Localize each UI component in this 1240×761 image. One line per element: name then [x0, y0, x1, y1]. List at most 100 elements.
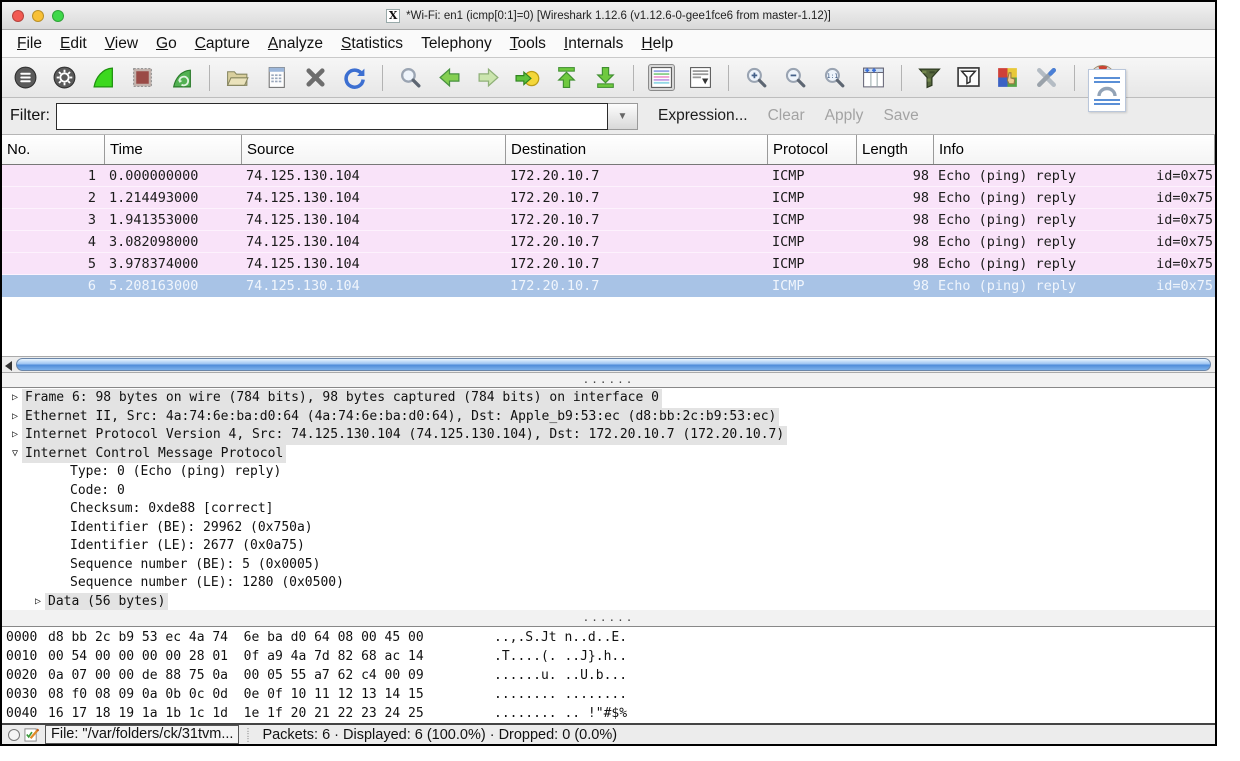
hex-line[interactable]: 00200a 07 00 00 de 88 75 0a 00 05 55 a7 …: [2, 666, 1215, 685]
column-header[interactable]: Time: [105, 135, 242, 164]
capture-filters-icon[interactable]: [916, 64, 943, 91]
expression-button[interactable]: Expression...: [658, 107, 748, 125]
detail-line[interactable]: Type: 0 (Echo (ping) reply): [2, 463, 1215, 482]
restart-capture-icon[interactable]: [168, 64, 195, 91]
packet-row[interactable]: 5 3.978374000 74.125.130.104 172.20.10.7…: [2, 253, 1215, 275]
start-capture-icon[interactable]: [90, 64, 117, 91]
menu-item[interactable]: Internals: [555, 33, 632, 55]
packet-row[interactable]: 1 0.000000000 74.125.130.104 172.20.10.7…: [2, 165, 1215, 187]
filter-dropdown-button[interactable]: ▼: [608, 103, 638, 130]
zoom-out-icon[interactable]: [782, 64, 809, 91]
clear-button[interactable]: Clear: [768, 107, 805, 125]
zoom-in-icon[interactable]: [743, 64, 770, 91]
menu-item[interactable]: Telephony: [412, 33, 501, 55]
detail-line[interactable]: Code: 0: [2, 482, 1215, 501]
detail-line[interactable]: ▷Data (56 bytes): [2, 593, 1215, 611]
go-to-packet-icon[interactable]: [514, 64, 541, 91]
detail-line[interactable]: ▷Internet Protocol Version 4, Src: 74.12…: [2, 426, 1215, 445]
menu-item[interactable]: Help: [632, 33, 682, 55]
colorize-packets-icon[interactable]: [648, 64, 675, 91]
stop-capture-icon[interactable]: [129, 64, 156, 91]
column-header[interactable]: No.: [2, 135, 105, 164]
go-forward-icon[interactable]: [475, 64, 502, 91]
minimize-window-button[interactable]: [32, 10, 44, 22]
horizontal-scrollbar[interactable]: [2, 356, 1215, 373]
display-filters-icon[interactable]: [955, 64, 982, 91]
menu-item[interactable]: Tools: [501, 33, 555, 55]
scrollbar-thumb[interactable]: [16, 358, 1211, 371]
hex-line[interactable]: 001000 54 00 00 00 00 28 01 0f a9 4a 7d …: [2, 647, 1215, 666]
scroll-left-arrow-icon[interactable]: [5, 361, 12, 371]
resize-columns-icon[interactable]: [860, 64, 887, 91]
toolbar-separator: [633, 65, 634, 91]
expand-arrow-icon[interactable]: ▽: [8, 445, 22, 464]
go-back-icon[interactable]: [436, 64, 463, 91]
expand-arrow-icon[interactable]: [53, 574, 67, 593]
expand-arrow-icon[interactable]: [53, 482, 67, 501]
column-header[interactable]: Length: [857, 135, 934, 164]
pane-splitter[interactable]: ......: [2, 610, 1215, 626]
expand-arrow-icon[interactable]: ▷: [8, 389, 22, 408]
detail-line[interactable]: Sequence number (BE): 5 (0x0005): [2, 556, 1215, 575]
menu-item[interactable]: File: [8, 33, 51, 55]
hex-line[interactable]: 003008 f0 08 09 0a 0b 0c 0d 0e 0f 10 11 …: [2, 685, 1215, 704]
menu-item[interactable]: Go: [147, 33, 186, 55]
save-button[interactable]: Save: [883, 107, 918, 125]
menu-item[interactable]: Analyze: [259, 33, 332, 55]
expand-arrow-icon[interactable]: [53, 537, 67, 556]
hex-line[interactable]: 004016 17 18 19 1a 1b 1c 1d 1e 1f 20 21 …: [2, 704, 1215, 723]
list-interfaces-icon[interactable]: [12, 64, 39, 91]
menu-item[interactable]: Capture: [186, 33, 259, 55]
column-header[interactable]: Destination: [506, 135, 768, 164]
auto-scroll-icon[interactable]: [687, 64, 714, 91]
expand-arrow-icon[interactable]: [53, 519, 67, 538]
expand-arrow-icon[interactable]: ▷: [31, 593, 45, 611]
capture-comment-icon[interactable]: [24, 727, 39, 742]
menu-bar: File Edit View Go Capture Analyze Statis…: [2, 30, 1215, 58]
detail-line[interactable]: ▷Frame 6: 98 bytes on wire (784 bits), 9…: [2, 389, 1215, 408]
detail-line[interactable]: Checksum: 0xde88 [correct]: [2, 500, 1215, 519]
expand-arrow-icon[interactable]: [53, 463, 67, 482]
menu-item[interactable]: Edit: [51, 33, 96, 55]
detail-line[interactable]: ▽Internet Control Message Protocol: [2, 445, 1215, 464]
find-packet-icon[interactable]: [397, 64, 424, 91]
zoom-window-button[interactable]: [52, 10, 64, 22]
apply-button[interactable]: Apply: [825, 107, 864, 125]
detail-line[interactable]: Sequence number (LE): 1280 (0x0500): [2, 574, 1215, 593]
hex-line[interactable]: 0000d8 bb 2c b9 53 ec 4a 74 6e ba d0 64 …: [2, 628, 1215, 647]
capture-options-icon[interactable]: [51, 64, 78, 91]
reload-file-icon[interactable]: [341, 64, 368, 91]
open-file-icon[interactable]: [224, 64, 251, 91]
close-file-icon[interactable]: [302, 64, 329, 91]
packet-row[interactable]: 4 3.082098000 74.125.130.104 172.20.10.7…: [2, 231, 1215, 253]
packet-row[interactable]: 2 1.214493000 74.125.130.104 172.20.10.7…: [2, 187, 1215, 209]
preferences-icon[interactable]: [1033, 64, 1060, 91]
statusbar-splitter-icon[interactable]: ......: [248, 727, 254, 742]
column-header[interactable]: Source: [242, 135, 506, 164]
go-to-top-icon[interactable]: [553, 64, 580, 91]
packet-list-header: No. Time Source Destination Protocol Len…: [2, 135, 1215, 165]
zoom-100-icon[interactable]: 1:1: [821, 64, 848, 91]
expand-arrow-icon[interactable]: [53, 556, 67, 575]
coloring-rules-icon[interactable]: [994, 64, 1021, 91]
expand-arrow-icon[interactable]: [53, 500, 67, 519]
detail-line[interactable]: Identifier (BE): 29962 (0x750a): [2, 519, 1215, 538]
expert-info-icon[interactable]: [8, 729, 20, 741]
splitter-handle-icon: ......: [583, 616, 635, 620]
close-window-button[interactable]: [12, 10, 24, 22]
expand-arrow-icon[interactable]: ▷: [8, 426, 22, 445]
column-header[interactable]: Info: [934, 135, 1215, 164]
menu-item[interactable]: View: [96, 33, 147, 55]
go-to-bottom-icon[interactable]: [592, 64, 619, 91]
menu-item[interactable]: Statistics: [332, 33, 412, 55]
file-status: File: "/var/folders/ck/31tvm...: [45, 725, 239, 744]
filter-input[interactable]: [56, 103, 608, 130]
packet-row[interactable]: 3 1.941353000 74.125.130.104 172.20.10.7…: [2, 209, 1215, 231]
detail-line[interactable]: Identifier (LE): 2677 (0x0a75): [2, 537, 1215, 556]
pane-splitter[interactable]: ......: [2, 373, 1215, 387]
expand-arrow-icon[interactable]: ▷: [8, 408, 22, 427]
detail-line[interactable]: ▷Ethernet II, Src: 4a:74:6e:ba:d0:64 (4a…: [2, 408, 1215, 427]
column-header[interactable]: Protocol: [768, 135, 857, 164]
save-file-icon[interactable]: [263, 64, 290, 91]
packet-row[interactable]: 6 5.208163000 74.125.130.104 172.20.10.7…: [2, 275, 1215, 297]
